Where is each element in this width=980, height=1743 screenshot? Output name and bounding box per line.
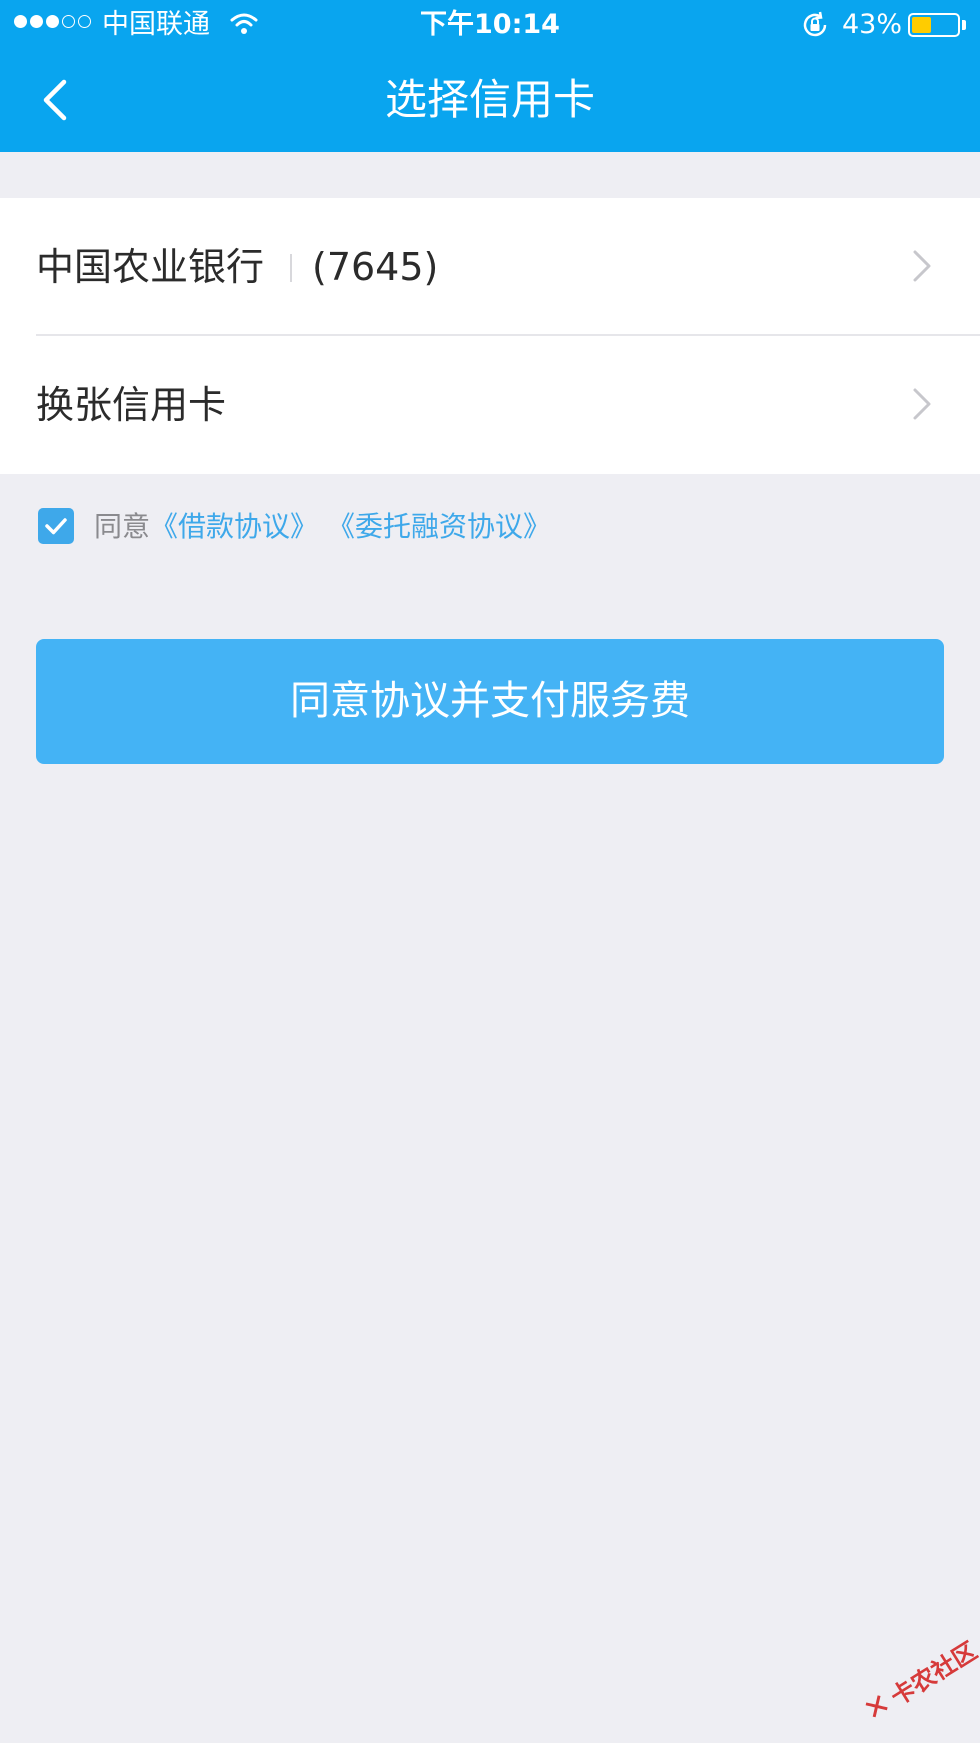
status-time: 下午10:14: [420, 9, 560, 40]
battery-level-fill: [912, 17, 931, 33]
checkmark-icon: [45, 518, 67, 535]
agreement-text: 同意《借款协议》 《委托融资协议》: [94, 508, 551, 546]
status-bar: 中国联通 下午10:14 43%: [0, 0, 980, 50]
battery-icon: [908, 13, 960, 37]
navigation-bar: 选择信用卡: [0, 50, 980, 152]
bank-name: 中国农业银行: [36, 245, 265, 289]
chevron-right-icon: [913, 250, 931, 282]
selected-card-row[interactable]: 中国农业银行 (7645): [0, 198, 980, 334]
watermark: ✕ 卡农社区: [857, 1634, 980, 1729]
card-number: (7645): [312, 245, 439, 289]
agree-and-pay-button[interactable]: 同意协议并支付服务费: [36, 639, 944, 764]
change-card-label: 换张信用卡: [36, 383, 227, 427]
watermark-text: 卡农社区: [885, 1636, 980, 1712]
chevron-right-icon: [913, 388, 931, 420]
loan-agreement-link[interactable]: 《借款协议》: [150, 510, 318, 543]
change-card-row[interactable]: 换张信用卡: [0, 336, 980, 472]
card-list: 中国农业银行 (7645) 换张信用卡: [0, 198, 980, 474]
battery-percentage: 43%: [842, 9, 903, 40]
rotation-lock-icon: [803, 11, 827, 37]
agreement-prefix: 同意: [94, 510, 151, 543]
bank-number-separator: [290, 254, 292, 282]
entrust-agreement-link[interactable]: 《委托融资协议》: [327, 510, 551, 543]
agreement-checkbox[interactable]: [38, 508, 74, 544]
battery-cap: [962, 20, 966, 30]
page-title: 选择信用卡: [384, 75, 595, 124]
